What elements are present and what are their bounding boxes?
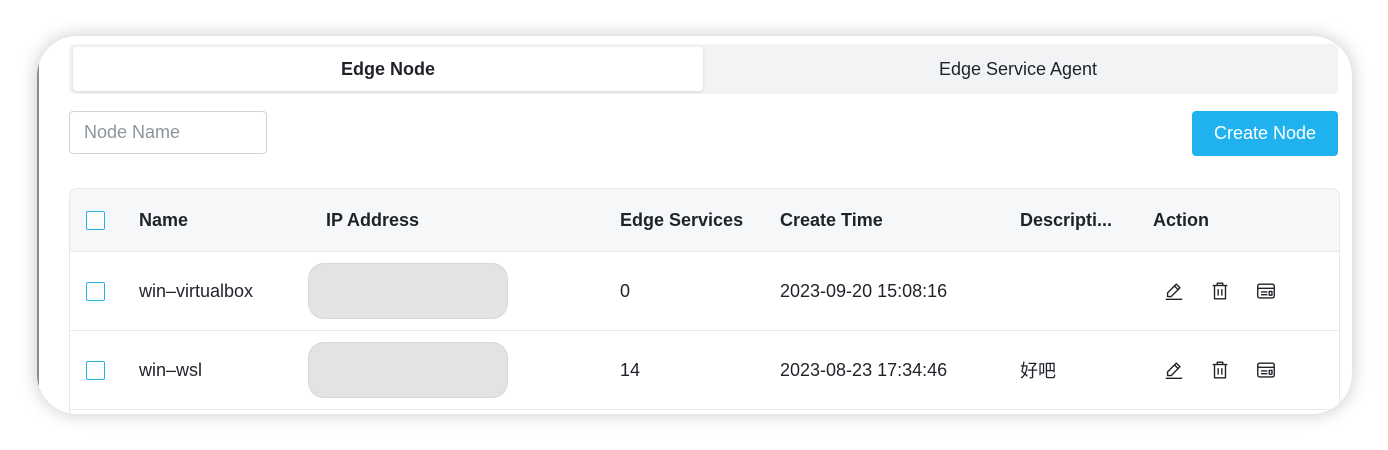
create-time: 2023-09-20 15:08:16 [780, 280, 948, 301]
row-checkbox[interactable] [86, 360, 105, 380]
node-name: win–virtualbox [139, 280, 254, 301]
header-edge-services[interactable]: Edge Services [620, 189, 743, 251]
edge-services-count: 14 [620, 359, 641, 380]
row-select-cell [86, 252, 105, 330]
row-select-cell [86, 331, 105, 409]
description: 好吧 [1020, 361, 1056, 381]
header-create-time[interactable]: Create Time [780, 189, 883, 251]
ip-address-redacted [308, 263, 508, 319]
node-name-search-input[interactable] [69, 111, 267, 154]
table-row[interactable]: win–wsl 14 2023-08-23 17:34:46 好吧 [70, 331, 1339, 410]
row-actions [1162, 331, 1300, 409]
create-node-button[interactable]: Create Node [1192, 111, 1338, 156]
select-all-cell [86, 189, 105, 251]
console-icon[interactable] [1254, 358, 1278, 382]
node-type-tabs: Edge Node Edge Service Agent [69, 44, 1338, 94]
row-checkbox[interactable] [86, 281, 105, 301]
header-name[interactable]: Name [139, 189, 188, 251]
create-time: 2023-08-23 17:34:46 [780, 359, 948, 380]
tab-edge-node[interactable]: Edge Node [73, 47, 703, 91]
ip-address-redacted [308, 342, 508, 398]
edit-icon[interactable] [1162, 279, 1186, 303]
select-all-checkbox[interactable] [86, 210, 105, 230]
node-name: win–wsl [139, 359, 203, 380]
ip-address-cell [308, 252, 508, 330]
delete-icon[interactable] [1208, 358, 1232, 382]
ip-address-cell [308, 331, 508, 409]
table-row[interactable]: win–virtualbox 0 2023-09-20 15:08:16 [70, 252, 1339, 331]
app-window: Edge Node Edge Service Agent Create Node… [37, 36, 1352, 414]
table-header: Name IP Address Edge Services Create Tim… [70, 189, 1339, 252]
header-description[interactable]: Descripti... [1020, 189, 1112, 251]
header-action: Action [1153, 209, 1209, 230]
console-icon[interactable] [1254, 279, 1278, 303]
tab-edge-service-agent[interactable]: Edge Service Agent [703, 47, 1333, 91]
edge-services-count: 0 [620, 280, 631, 301]
edit-icon[interactable] [1162, 358, 1186, 382]
header-ip-address[interactable]: IP Address [326, 189, 419, 251]
nodes-table: Name IP Address Edge Services Create Tim… [69, 188, 1340, 414]
delete-icon[interactable] [1208, 279, 1232, 303]
row-actions [1162, 252, 1300, 330]
window-edge [37, 36, 39, 414]
